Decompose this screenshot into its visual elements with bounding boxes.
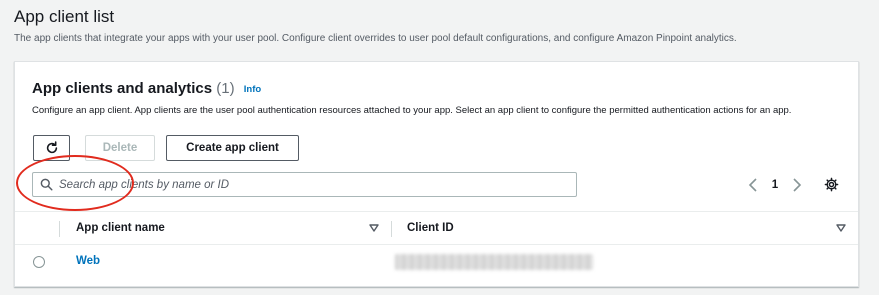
item-count: (1) bbox=[216, 80, 235, 97]
column-divider bbox=[391, 221, 392, 237]
row-select-radio[interactable] bbox=[33, 256, 45, 268]
preferences-button[interactable] bbox=[820, 173, 842, 195]
column-header-client-id[interactable]: Client ID bbox=[407, 212, 807, 244]
sort-caret-icon[interactable] bbox=[368, 222, 380, 234]
table-header: App client name Client ID bbox=[15, 211, 858, 245]
page-title: App client list bbox=[14, 7, 115, 26]
app-clients-table: App client name Client ID Web bbox=[15, 211, 858, 281]
sort-caret-icon[interactable] bbox=[835, 222, 847, 234]
gear-icon bbox=[824, 177, 838, 191]
page-description: The app clients that integrate your apps… bbox=[14, 33, 737, 44]
refresh-button[interactable] bbox=[33, 135, 70, 161]
create-app-client-button[interactable]: Create app client bbox=[166, 135, 299, 161]
next-page-button[interactable] bbox=[787, 175, 807, 195]
page-header: App client list The app clients that int… bbox=[14, 6, 869, 46]
previous-page-button[interactable] bbox=[743, 175, 763, 195]
client-id-redacted bbox=[395, 254, 593, 270]
chevron-right-icon bbox=[793, 177, 802, 192]
search-input[interactable] bbox=[59, 178, 576, 191]
info-link[interactable]: Info bbox=[244, 84, 261, 95]
refresh-icon bbox=[46, 141, 57, 154]
container-header: App clients and analytics (1) Info Confi… bbox=[32, 80, 838, 117]
pagination: 1 bbox=[743, 172, 807, 197]
column-divider bbox=[59, 221, 60, 237]
container-title: App clients and analytics (1) Info bbox=[32, 80, 838, 100]
app-clients-container: App clients and analytics (1) Info Confi… bbox=[14, 61, 859, 287]
delete-button[interactable]: Delete bbox=[85, 135, 155, 161]
column-header-app-client-name[interactable]: App client name bbox=[76, 212, 376, 244]
app-client-name-link[interactable]: Web bbox=[76, 255, 100, 267]
current-page-number[interactable]: 1 bbox=[763, 179, 787, 191]
search-field[interactable] bbox=[32, 172, 577, 197]
chevron-left-icon bbox=[748, 177, 757, 192]
container-title-text: App clients and analytics bbox=[32, 80, 213, 97]
search-icon bbox=[33, 178, 59, 191]
table-row[interactable]: Web bbox=[15, 245, 858, 281]
container-description: Configure an app client. App clients are… bbox=[32, 105, 792, 116]
